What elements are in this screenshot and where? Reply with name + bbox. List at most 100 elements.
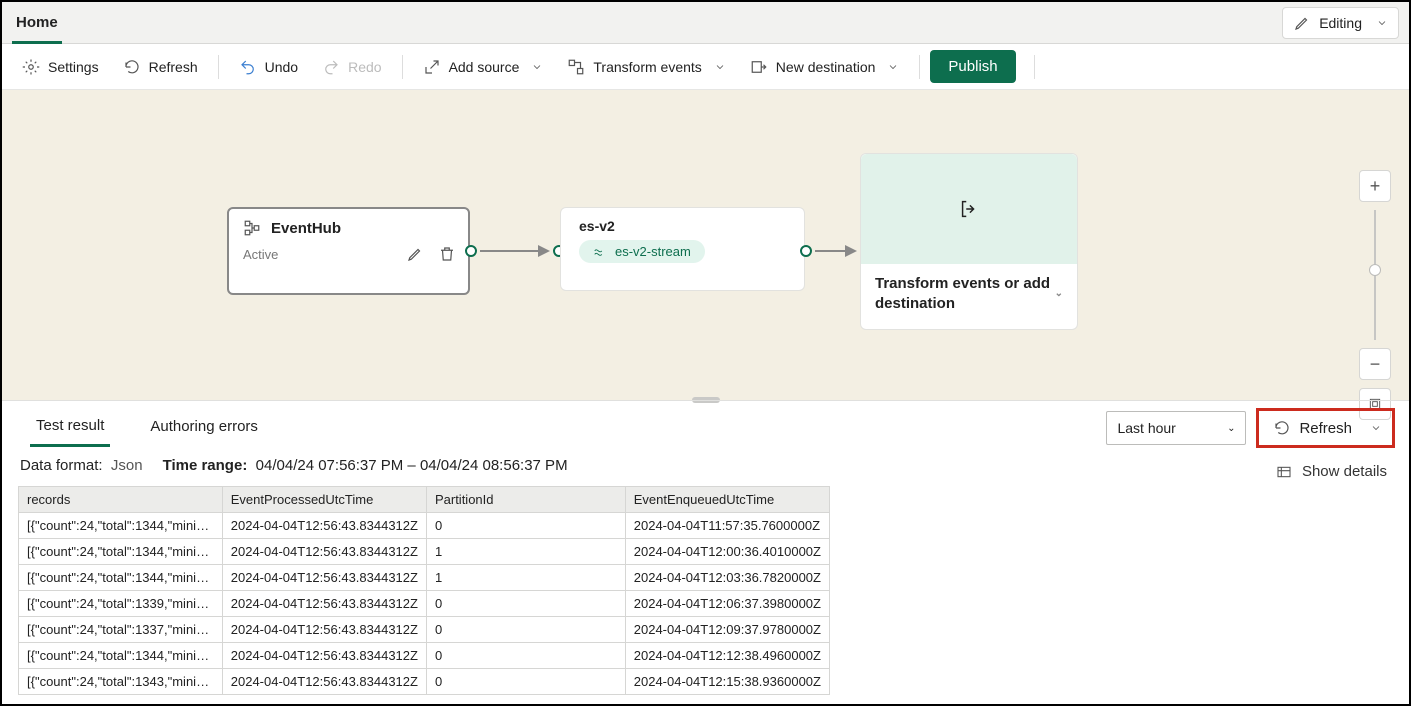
undo-label: Undo	[265, 59, 298, 75]
results-table: records EventProcessedUtcTime PartitionI…	[18, 486, 830, 695]
trash-icon[interactable]	[438, 245, 456, 263]
cell-partition: 0	[426, 591, 625, 617]
cell-processed: 2024-04-04T12:56:43.8344312Z	[222, 617, 426, 643]
zoom-in-button[interactable]: +	[1359, 170, 1391, 202]
cell-enqueued: 2024-04-04T12:09:37.9780000Z	[625, 617, 829, 643]
table-row[interactable]: [{"count":24,"total":1337,"minimum"2024-…	[19, 617, 830, 643]
cell-partition: 0	[426, 643, 625, 669]
table-row[interactable]: [{"count":24,"total":1343,"minimum"2024-…	[19, 669, 830, 695]
ribbon-tab-row: Home Editing	[2, 2, 1409, 44]
chevron-down-icon	[1370, 422, 1382, 434]
connector	[815, 250, 845, 252]
cell-enqueued: 2024-04-04T12:03:36.7820000Z	[625, 565, 829, 591]
tab-home[interactable]: Home	[12, 8, 62, 44]
table-row[interactable]: [{"count":24,"total":1344,"minimum"2024-…	[19, 513, 830, 539]
redo-label: Redo	[348, 59, 381, 75]
exit-icon	[958, 198, 980, 220]
zoom-out-button[interactable]: −	[1359, 348, 1391, 380]
cell-records: [{"count":24,"total":1344,"minimum"	[19, 643, 223, 669]
redo-button: Redo	[312, 52, 391, 82]
arrow-icon	[845, 245, 857, 257]
pencil-icon	[1293, 14, 1311, 32]
table-row[interactable]: [{"count":24,"total":1344,"minimum" 2024-…	[19, 565, 830, 591]
redo-icon	[322, 58, 340, 76]
destination-placeholder-label: Transform events or add destination	[875, 274, 1055, 313]
refresh-results-label: Refresh	[1299, 420, 1352, 437]
add-source-label: Add source	[449, 59, 520, 75]
table-row[interactable]: [{"count":24,"total":1344,"minimum"2024-…	[19, 643, 830, 669]
transform-icon	[567, 58, 585, 76]
transform-events-dropdown[interactable]: Transform events	[557, 52, 735, 82]
chevron-down-icon: ⌄	[1227, 423, 1235, 434]
chevron-down-icon	[887, 61, 899, 73]
undo-button[interactable]: Undo	[229, 52, 308, 82]
data-format-label: Data format:	[20, 457, 103, 474]
col-records[interactable]: records	[19, 487, 223, 513]
cell-records: [{"count":24,"total":1344,"minimum"	[19, 513, 223, 539]
pencil-icon[interactable]	[406, 245, 424, 263]
cell-records: [{"count":24,"total":1339,"minimum"	[19, 591, 223, 617]
arrow-icon	[538, 245, 550, 257]
cell-processed: 2024-04-04T12:56:43.8344312Z	[222, 669, 426, 695]
add-source-dropdown[interactable]: Add source	[413, 52, 554, 82]
publish-button[interactable]: Publish	[930, 50, 1015, 83]
cell-enqueued: 2024-04-04T12:06:37.3980000Z	[625, 591, 829, 617]
refresh-label: Refresh	[149, 59, 198, 75]
cell-partition: 1	[426, 539, 625, 565]
cell-processed: 2024-04-04T12:56:43.8344312Z	[222, 513, 426, 539]
cell-partition: 0	[426, 617, 625, 643]
time-range-display-value: 04/04/24 07:56:37 PM – 04/04/24 08:56:37…	[256, 457, 568, 474]
table-row[interactable]: [{"count":24,"total":1344,"minimum"2024-…	[19, 539, 830, 565]
destination-icon	[750, 58, 768, 76]
cell-processed: 2024-04-04T12:56:43.8344312Z	[222, 643, 426, 669]
undo-icon	[239, 58, 257, 76]
source-output-port[interactable]	[465, 245, 477, 257]
transform-label: Transform events	[593, 59, 701, 75]
cell-enqueued: 2024-04-04T12:12:38.4960000Z	[625, 643, 829, 669]
add-source-icon	[423, 58, 441, 76]
destination-placeholder-node[interactable]: Transform events or add destination ⌄	[860, 153, 1078, 330]
editing-dropdown[interactable]: Editing	[1282, 7, 1399, 39]
settings-button[interactable]: Settings	[12, 52, 109, 82]
new-destination-label: New destination	[776, 59, 876, 75]
stream-icon	[593, 245, 607, 259]
zoom-controls: + −	[1359, 170, 1391, 420]
new-destination-dropdown[interactable]: New destination	[740, 52, 910, 82]
stream-pill-label: es-v2-stream	[615, 244, 691, 259]
cell-records: [{"count":24,"total":1344,"minimum"	[19, 539, 223, 565]
bottom-panel: Test result Authoring errors Last hour ⌄…	[2, 400, 1409, 695]
chevron-down-icon	[531, 61, 543, 73]
col-partition[interactable]: PartitionId	[426, 487, 625, 513]
col-processed[interactable]: EventProcessedUtcTime	[222, 487, 426, 513]
cell-records: [{"count":24,"total":1343,"minimum"	[19, 669, 223, 695]
zoom-slider[interactable]	[1374, 210, 1376, 340]
refresh-icon	[1273, 419, 1291, 437]
source-node-eventhub[interactable]: EventHub Active	[227, 207, 470, 295]
time-range-value: Last hour	[1117, 420, 1175, 436]
refresh-icon	[123, 58, 141, 76]
tab-test-result[interactable]: Test result	[30, 405, 110, 447]
cell-enqueued: 2024-04-04T11:57:35.7600000Z	[625, 513, 829, 539]
bottom-tab-row: Test result Authoring errors Last hour ⌄…	[2, 401, 1409, 451]
source-status: Active	[243, 247, 278, 262]
time-range-select[interactable]: Last hour ⌄	[1106, 411, 1246, 445]
canvas[interactable]: EventHub Active es-v2 es-v2-stream Trans…	[2, 90, 1409, 400]
zoom-slider-thumb[interactable]	[1369, 264, 1381, 276]
source-title: EventHub	[271, 220, 341, 237]
stream-output-port[interactable]	[800, 245, 812, 257]
separator	[1034, 55, 1035, 79]
cell-partition: 0	[426, 669, 625, 695]
col-enqueued[interactable]: EventEnqueuedUtcTime	[625, 487, 829, 513]
stream-node[interactable]: es-v2 es-v2-stream	[560, 207, 805, 291]
cell-records: [{"count":24,"total":1337,"minimum"	[19, 617, 223, 643]
refresh-button[interactable]: Refresh	[113, 52, 208, 82]
tab-authoring-errors[interactable]: Authoring errors	[144, 406, 264, 447]
show-details-button[interactable]: Show details	[1276, 463, 1387, 480]
refresh-results-button[interactable]: Refresh	[1256, 408, 1395, 448]
chevron-down-icon	[1376, 17, 1388, 29]
cell-partition: 0	[426, 513, 625, 539]
table-row[interactable]: [{"count":24,"total":1339,"minimum" 2024-…	[19, 591, 830, 617]
table-header-row: records EventProcessedUtcTime PartitionI…	[19, 487, 830, 513]
cell-records: [{"count":24,"total":1344,"minimum"	[19, 565, 223, 591]
chevron-down-icon: ⌄	[1055, 287, 1063, 300]
